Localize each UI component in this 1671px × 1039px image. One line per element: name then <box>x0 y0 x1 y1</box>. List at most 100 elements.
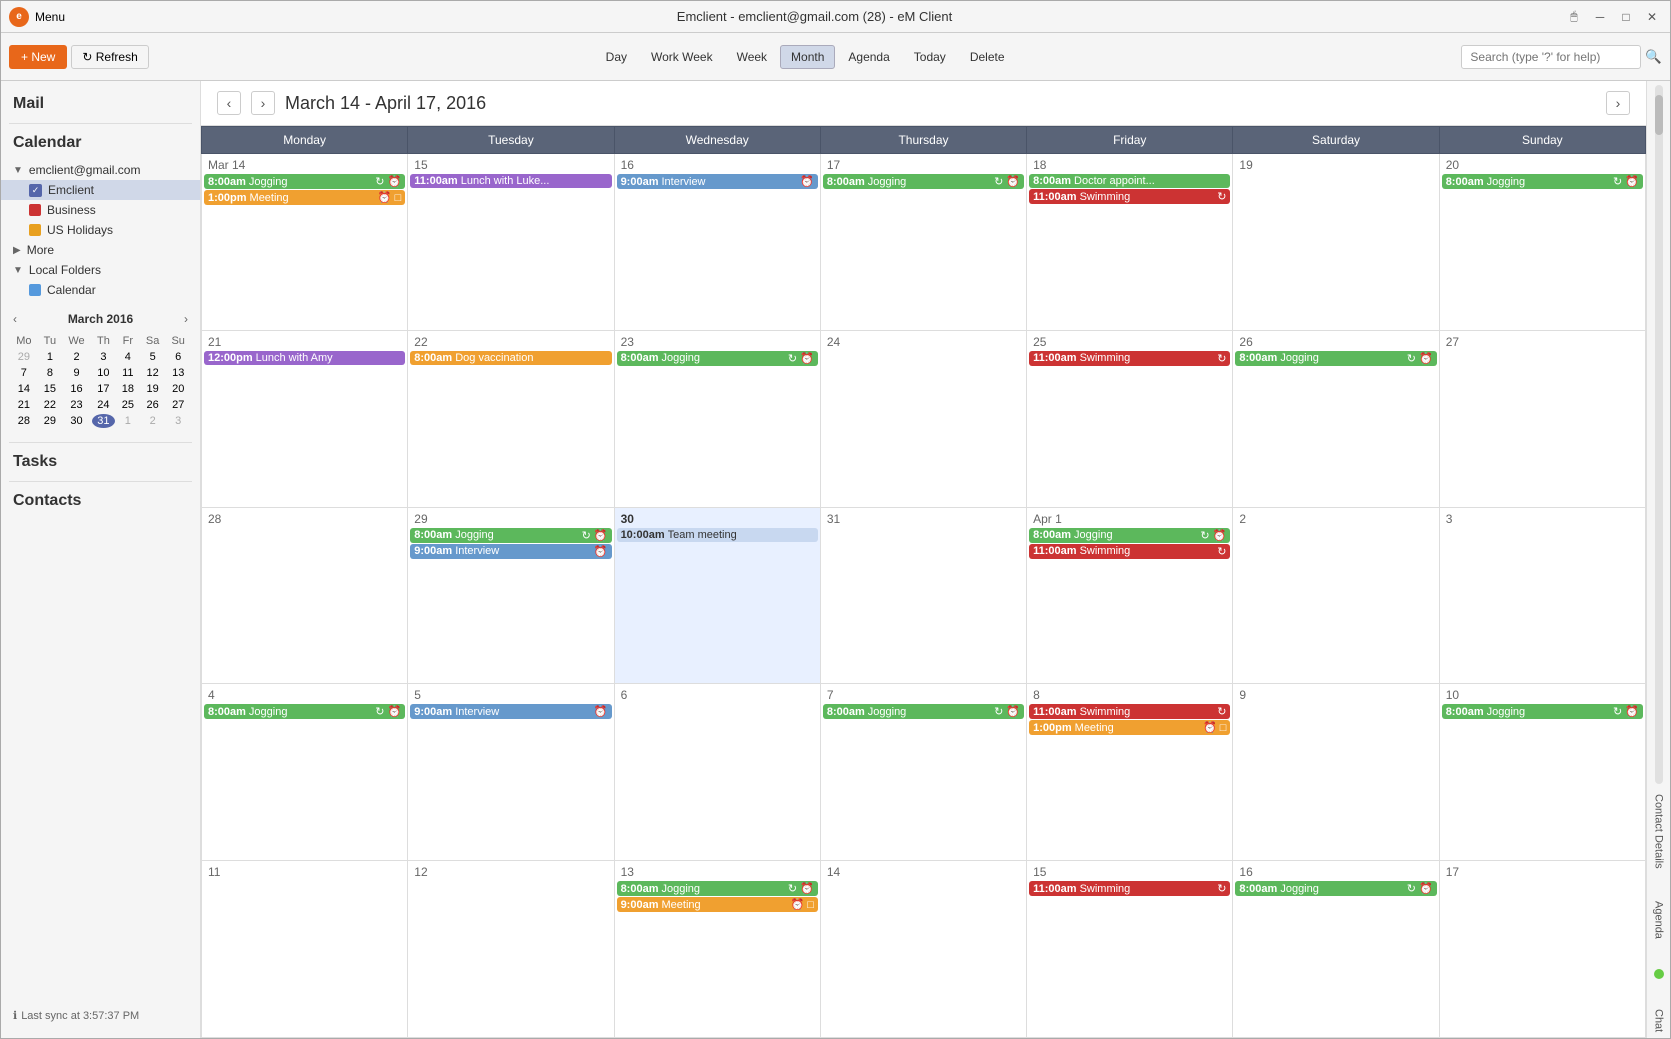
cal-cell[interactable]: 18 8:00amDoctor appoint... 11:00amSwimmi… <box>1027 154 1233 331</box>
close-button[interactable]: ✕ <box>1642 9 1662 25</box>
delete-button[interactable]: Delete <box>959 45 1016 69</box>
cal-cell[interactable]: 5 9:00amInterview⏰ <box>408 684 614 861</box>
event-jogging[interactable]: 8:00amJogging↻ ⏰ <box>1442 174 1643 189</box>
cal-cell[interactable]: 6 <box>614 684 820 861</box>
mini-cal-day[interactable]: 24 <box>92 398 115 412</box>
mini-cal-day[interactable]: 2 <box>63 350 90 364</box>
cal-cell[interactable]: 7 8:00amJogging↻ ⏰ <box>820 684 1026 861</box>
event-jogging[interactable]: 8:00amJogging↻ ⏰ <box>1235 881 1436 896</box>
mini-cal-day[interactable]: 3 <box>92 350 115 364</box>
event-jogging[interactable]: 8:00amJogging↻ ⏰ <box>1442 704 1643 719</box>
mini-cal-day[interactable]: 14 <box>11 382 37 396</box>
right-scrollbar[interactable] <box>1655 85 1663 784</box>
search-input[interactable] <box>1461 45 1641 69</box>
event-swimming[interactable]: 11:00amSwimming↻ <box>1029 544 1230 559</box>
cal-cell[interactable]: Apr 1 8:00amJogging↻ ⏰ 11:00amSwimming↻ <box>1027 507 1233 684</box>
cal-prev-button[interactable]: ‹ <box>217 91 241 115</box>
cal-cell[interactable]: 21 12:00pmLunch with Amy <box>202 330 408 507</box>
mini-cal-day[interactable]: 13 <box>166 366 190 380</box>
cal-cell[interactable]: 26 8:00amJogging↻ ⏰ <box>1233 330 1439 507</box>
mini-cal-today[interactable]: 31 <box>92 414 115 428</box>
event-swimming[interactable]: 11:00amSwimming↻ <box>1029 189 1230 204</box>
business-calendar[interactable]: Business <box>1 200 200 220</box>
cal-next-button[interactable]: › <box>251 91 275 115</box>
mini-cal-day[interactable]: 6 <box>166 350 190 364</box>
event-meeting[interactable]: 1:00pmMeeting⏰ □ <box>1029 720 1230 735</box>
calendar-title[interactable]: Calendar <box>1 128 200 158</box>
cal-cell[interactable]: 12 <box>408 861 614 1038</box>
agenda-tab[interactable]: Agenda <box>1651 895 1667 945</box>
cal-cell[interactable]: 11 <box>202 861 408 1038</box>
search-icon-button[interactable]: 🔍 <box>1645 49 1662 65</box>
mini-cal-day[interactable]: 15 <box>39 382 61 396</box>
mini-cal-day[interactable]: 5 <box>141 350 165 364</box>
event-lunch-amy[interactable]: 12:00pmLunch with Amy <box>204 351 405 365</box>
mini-cal-day[interactable]: 25 <box>117 398 139 412</box>
mini-cal-prev[interactable]: ‹ <box>9 310 21 328</box>
event-jogging[interactable]: 8:00amJogging↻ ⏰ <box>410 528 611 543</box>
menu-label[interactable]: Menu <box>35 10 65 24</box>
mini-cal-day[interactable]: 21 <box>11 398 37 412</box>
cal-cell[interactable]: 14 <box>820 861 1026 1038</box>
event-doctor[interactable]: 8:00amDoctor appoint... <box>1029 174 1230 188</box>
event-jogging[interactable]: 8:00amJogging↻ ⏰ <box>204 174 405 189</box>
mini-cal-day[interactable]: 8 <box>39 366 61 380</box>
mini-cal-next[interactable]: › <box>180 310 192 328</box>
cal-cell[interactable]: 27 <box>1439 330 1645 507</box>
event-dog-vaccination[interactable]: 8:00amDog vaccination <box>410 351 611 365</box>
mini-cal-day[interactable]: 26 <box>141 398 165 412</box>
cal-cell[interactable]: 31 <box>820 507 1026 684</box>
mini-cal-day[interactable]: 3 <box>166 414 190 428</box>
tasks-title[interactable]: Tasks <box>1 447 200 477</box>
mini-cal-day[interactable]: 16 <box>63 382 90 396</box>
event-meeting[interactable]: 1:00pmMeeting⏰ □ <box>204 190 405 205</box>
mini-cal-day[interactable]: 29 <box>11 350 37 364</box>
event-swimming[interactable]: 11:00amSwimming↻ <box>1029 704 1230 719</box>
emclient-calendar[interactable]: ✓ Emclient <box>1 180 200 200</box>
scrollbar-thumb[interactable] <box>1655 95 1663 135</box>
event-jogging[interactable]: 8:00amJogging↻ ⏰ <box>617 881 818 896</box>
mini-cal-day[interactable]: 30 <box>63 414 90 428</box>
cal-cell[interactable]: 8 11:00amSwimming↻ 1:00pmMeeting⏰ □ <box>1027 684 1233 861</box>
cal-cell[interactable]: 9 <box>1233 684 1439 861</box>
local-folders-item[interactable]: ▼ Local Folders <box>1 260 200 280</box>
mini-cal-day[interactable]: 19 <box>141 382 165 396</box>
minimize-button[interactable]: ─ <box>1590 9 1610 25</box>
cal-cell[interactable]: 17 <box>1439 861 1645 1038</box>
mini-cal-day[interactable]: 29 <box>39 414 61 428</box>
event-jogging[interactable]: 8:00amJogging↻ ⏰ <box>1029 528 1230 543</box>
maximize-button[interactable]: □ <box>1616 9 1636 25</box>
local-calendar[interactable]: Calendar <box>1 280 200 300</box>
cal-cell[interactable]: 25 11:00amSwimming↻ <box>1027 330 1233 507</box>
event-jogging[interactable]: 8:00amJogging↻ ⏰ <box>1235 351 1436 366</box>
mini-cal-day[interactable]: 12 <box>141 366 165 380</box>
mini-cal-day[interactable]: 10 <box>92 366 115 380</box>
mini-cal-day[interactable]: 17 <box>92 382 115 396</box>
account-item[interactable]: ▼ emclient@gmail.com <box>1 160 200 180</box>
event-swimming[interactable]: 11:00amSwimming↻ <box>1029 881 1230 896</box>
contact-details-tab[interactable]: Contact Details <box>1651 788 1667 875</box>
cal-cell[interactable]: 16 9:00amInterview⏰ <box>614 154 820 331</box>
contacts-title[interactable]: Contacts <box>1 486 200 516</box>
cal-cell[interactable]: 15 11:00amLunch with Luke... <box>408 154 614 331</box>
event-meeting[interactable]: 9:00amMeeting⏰ □ <box>617 897 818 912</box>
tab-week[interactable]: Week <box>726 45 778 69</box>
cal-cell[interactable]: 28 <box>202 507 408 684</box>
event-swimming[interactable]: 11:00amSwimming↻ <box>1029 351 1230 366</box>
cal-cell[interactable]: 23 8:00amJogging↻ ⏰ <box>614 330 820 507</box>
us-holidays-calendar[interactable]: US Holidays <box>1 220 200 240</box>
event-jogging[interactable]: 8:00amJogging↻ ⏰ <box>823 704 1024 719</box>
cal-cell[interactable]: 4 8:00amJogging↻ ⏰ <box>202 684 408 861</box>
mini-cal-day[interactable]: 7 <box>11 366 37 380</box>
tab-work-week[interactable]: Work Week <box>640 45 724 69</box>
mini-cal-day[interactable]: 27 <box>166 398 190 412</box>
mini-cal-day[interactable]: 11 <box>117 366 139 380</box>
mini-cal-day[interactable]: 1 <box>117 414 139 428</box>
cal-cell[interactable]: 24 <box>820 330 1026 507</box>
tab-day[interactable]: Day <box>595 45 638 69</box>
mini-cal-day[interactable]: 22 <box>39 398 61 412</box>
cal-cell[interactable]: 3 <box>1439 507 1645 684</box>
more-item[interactable]: ▶ More <box>1 240 200 260</box>
cal-collapse-button[interactable]: › <box>1606 91 1630 115</box>
event-interview[interactable]: 9:00amInterview⏰ <box>410 544 611 559</box>
